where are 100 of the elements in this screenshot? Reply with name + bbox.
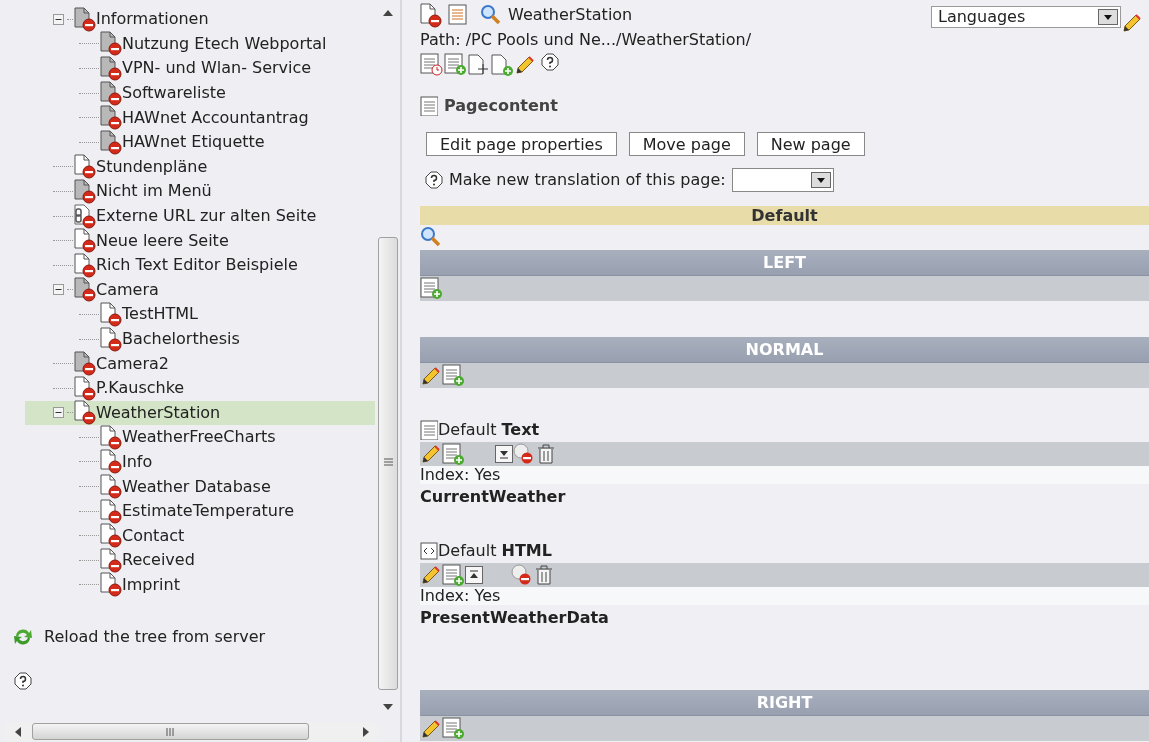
move-up-icon[interactable] — [465, 566, 483, 584]
index-info: Index: Yes — [420, 587, 1149, 605]
tree-item[interactable]: Neue leere Seite — [25, 228, 375, 253]
document-icon — [420, 420, 438, 440]
page-icon — [100, 523, 122, 549]
page-action-button[interactable]: New page — [756, 132, 865, 156]
tree-item[interactable]: VPN- und Wlan- Service — [25, 56, 375, 81]
content-element-title: PresentWeatherData — [420, 607, 610, 629]
hidden-page-icon — [100, 129, 122, 155]
hidden-page-icon — [100, 56, 122, 81]
reload-tree-link[interactable]: Reload the tree from server — [44, 625, 266, 649]
tree-item[interactable]: Camera — [25, 277, 375, 303]
page-icon — [100, 547, 122, 573]
new-content-icon[interactable] — [444, 53, 467, 76]
translation-dropdown[interactable] — [731, 168, 834, 192]
page-icon — [100, 474, 122, 500]
scroll-down-icon[interactable] — [383, 704, 393, 710]
column-header: RIGHT — [420, 690, 1149, 716]
tree-item[interactable]: Nutzung Etech Webportal — [25, 31, 375, 57]
collapse-icon[interactable] — [53, 284, 64, 296]
pencil-icon[interactable] — [420, 717, 442, 740]
move-icon[interactable] — [468, 53, 490, 76]
page-icon — [100, 424, 122, 450]
page-icon — [420, 2, 442, 28]
tree-item[interactable]: Imprint — [25, 572, 375, 598]
page-icon — [74, 252, 96, 278]
tree-item[interactable]: Rich Text Editor Beispiele — [25, 252, 375, 278]
tree-item[interactable]: Camera2 — [25, 351, 375, 376]
translation-label: Make new translation of this page: — [449, 169, 726, 191]
content-element-title: CurrentWeather — [420, 486, 567, 508]
new-content-icon[interactable] — [442, 442, 465, 466]
column-header: LEFT — [420, 250, 1149, 276]
languages-dropdown[interactable]: Languages — [931, 6, 1121, 28]
language-header: Default — [420, 206, 1149, 225]
help-icon[interactable] — [425, 171, 443, 189]
scrollbar-thumb[interactable] — [378, 237, 398, 690]
tree-item[interactable]: Softwareliste — [25, 80, 375, 106]
move-down-icon[interactable] — [495, 445, 513, 463]
link-page-icon — [74, 203, 96, 229]
collapse-icon[interactable] — [53, 13, 64, 25]
page-icon — [100, 301, 122, 327]
page-icon — [74, 154, 96, 180]
tree-item[interactable]: Info — [25, 449, 375, 475]
index-info: Index: Yes — [420, 466, 1149, 484]
hidden-page-icon — [100, 31, 122, 57]
hidden-page-icon — [74, 6, 96, 32]
pencil-icon[interactable] — [514, 53, 536, 76]
page-icon — [100, 449, 122, 475]
grip-icon — [384, 458, 393, 467]
trash-icon[interactable] — [535, 443, 557, 465]
tree-item[interactable]: Weather Database — [25, 474, 375, 499]
new-content-icon[interactable] — [442, 717, 465, 740]
scroll-left-icon[interactable] — [15, 727, 21, 737]
tree-item[interactable]: Contact — [25, 523, 375, 549]
scrollbar-thumb[interactable] — [32, 723, 309, 740]
tree-item[interactable]: Bachelorthesis — [25, 326, 375, 352]
grip-icon — [166, 728, 175, 736]
tree-item[interactable]: Stundenpläne — [25, 154, 375, 180]
page-icon — [74, 228, 96, 254]
history-icon[interactable] — [420, 53, 443, 76]
scroll-right-icon[interactable] — [363, 727, 369, 737]
tree-item[interactable]: EstimateTemperature — [25, 498, 375, 524]
tree-item[interactable]: HAWnet Etiquette — [25, 129, 375, 155]
collapse-icon[interactable] — [53, 407, 64, 419]
column-header: NORMAL — [420, 337, 1149, 363]
help-icon[interactable] — [14, 672, 32, 690]
tree-item[interactable]: Informationen — [25, 7, 375, 32]
tree-item[interactable]: WeatherStation — [25, 400, 375, 426]
pencil-icon[interactable] — [420, 364, 442, 387]
tree-item[interactable]: P.Kauschke — [25, 375, 375, 401]
document-icon — [420, 96, 438, 116]
tree-item[interactable]: Externe URL zur alten Seite — [25, 203, 375, 229]
trash-icon[interactable] — [533, 564, 555, 586]
tree-item[interactable]: Received — [25, 548, 375, 573]
code-icon — [420, 542, 438, 560]
tree-item[interactable]: WeatherFreeCharts — [25, 425, 375, 450]
scroll-up-icon[interactable] — [383, 10, 393, 16]
new-content-icon[interactable] — [442, 364, 465, 387]
pencil-icon[interactable] — [420, 564, 442, 586]
list-icon[interactable] — [448, 4, 470, 26]
search-icon[interactable] — [420, 226, 442, 248]
content-element-heading: Default HTML — [438, 540, 552, 562]
section-title: Pagecontent — [444, 95, 558, 117]
hide-icon[interactable] — [511, 564, 533, 586]
tree-item[interactable]: Nicht im Menü — [25, 179, 375, 204]
tree-item[interactable]: HAWnet Accountantrag — [25, 105, 375, 130]
search-icon[interactable] — [480, 4, 502, 26]
new-content-icon[interactable] — [420, 277, 443, 300]
page-action-button[interactable]: Move page — [628, 132, 745, 156]
page-path: Path: /PC Pools und Ne.../WeatherStation/ — [420, 29, 752, 51]
hidden-page-icon — [74, 277, 96, 303]
tree-item[interactable]: TestHTML — [25, 302, 375, 327]
pencil-icon[interactable] — [420, 443, 442, 465]
content-element-heading: Default Text — [438, 419, 540, 441]
page-action-button[interactable]: Edit page properties — [426, 132, 617, 156]
page-icon — [74, 375, 96, 401]
hide-icon[interactable] — [513, 443, 535, 465]
page-icon — [100, 326, 122, 352]
pencil-icon[interactable] — [1121, 12, 1143, 34]
help-icon[interactable] — [541, 53, 559, 71]
